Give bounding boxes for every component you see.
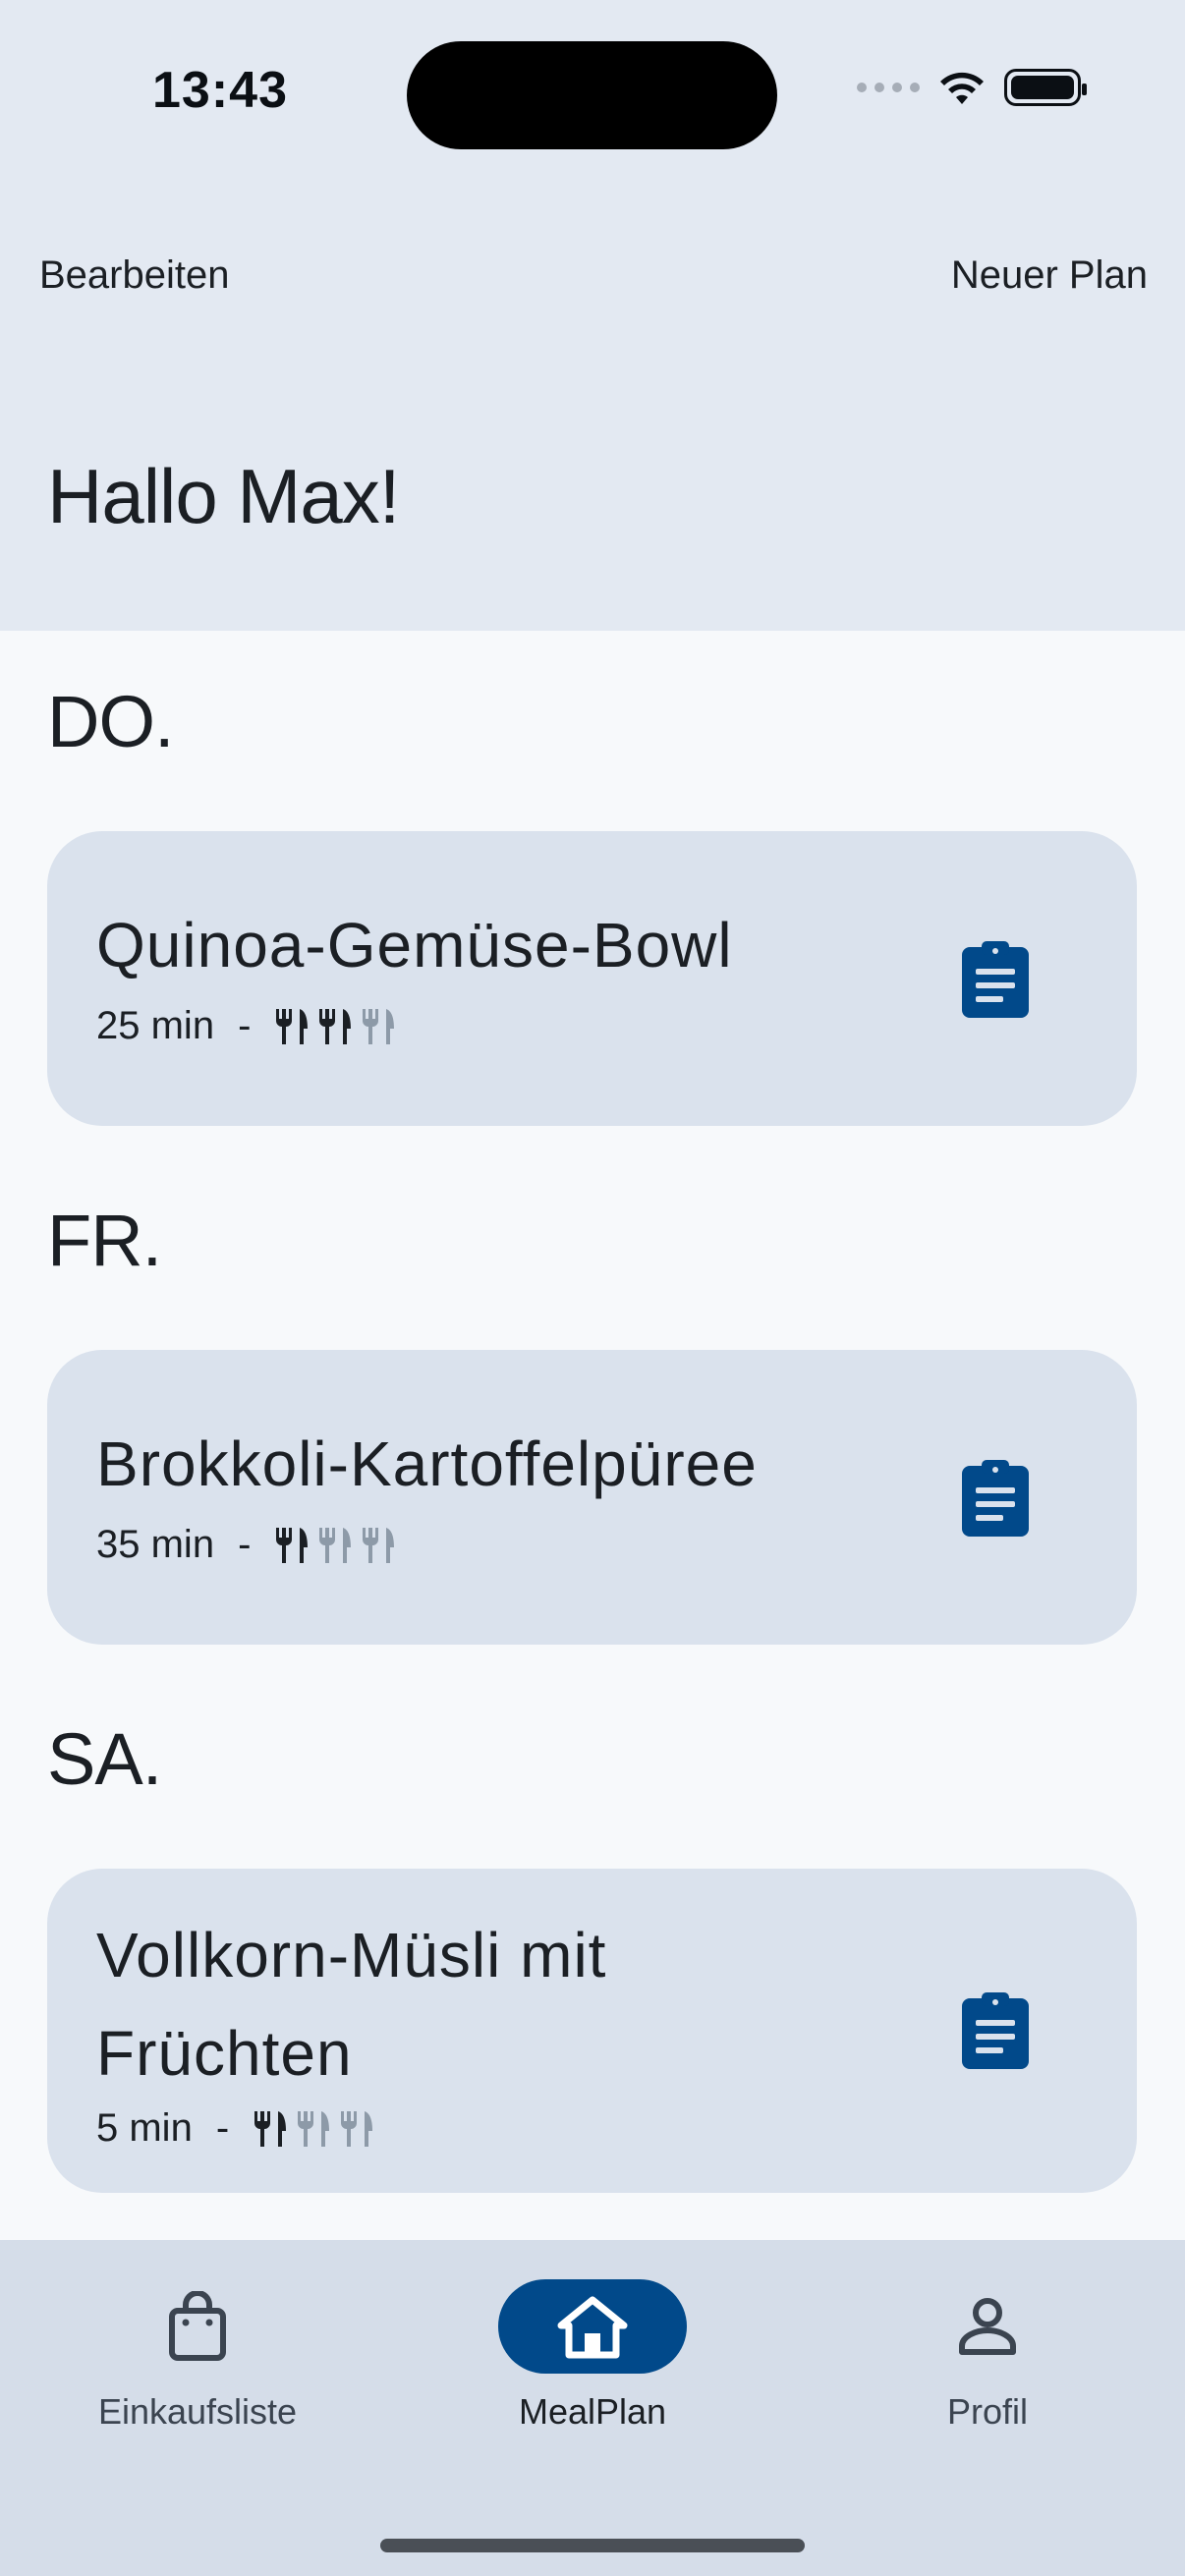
person-icon <box>959 2298 1016 2355</box>
nav-label: MealPlan <box>518 2391 667 2432</box>
dynamic-island <box>407 41 777 149</box>
cutlery-filled-icon <box>254 2110 287 2147</box>
meal-separator: - <box>238 1523 252 1566</box>
home-icon <box>557 2296 628 2359</box>
meal-title: Vollkorn-Müsli mit Früchten <box>96 1920 607 2089</box>
meal-plan-screen: 13:43 Bearbeiten Neuer Plan Hallo Max! D… <box>0 0 1185 2576</box>
nav-icon-container <box>498 2279 687 2374</box>
header: 13:43 Bearbeiten Neuer Plan Hallo Max! <box>0 0 1185 631</box>
meal-card[interactable]: Brokkoli-Kartoffelpüree 35 min - <box>47 1350 1137 1645</box>
meal-separator: - <box>215 2106 230 2150</box>
home-indicator <box>380 2539 805 2552</box>
clipboard-icon[interactable] <box>960 939 1031 1020</box>
meal-card[interactable]: Quinoa-Gemüse-Bowl 25 min - <box>47 831 1137 1126</box>
meal-title: Quinoa-Gemüse-Bowl <box>96 910 733 980</box>
meal-meta: 35 min - <box>96 1523 398 1567</box>
cutlery-filled-icon <box>276 1008 309 1044</box>
nav-item-einkaufsliste[interactable]: Einkaufsliste <box>50 2279 345 2456</box>
meal-meta: 25 min - <box>96 1004 398 1048</box>
greeting-title: Hallo Max! <box>47 453 400 539</box>
cutlery-empty-icon <box>298 2110 330 2147</box>
day-label: SA. <box>47 1718 162 1800</box>
bottom-navigation: Einkaufsliste MealPlan Profil <box>0 2240 1185 2576</box>
cutlery-filled-icon <box>276 1527 309 1563</box>
nav-label: Einkaufsliste <box>97 2391 298 2432</box>
meal-time: 5 min <box>96 2106 193 2150</box>
meal-time: 25 min <box>96 1004 215 1047</box>
meal-separator: - <box>238 1004 252 1047</box>
difficulty-rating <box>253 2109 376 2149</box>
new-plan-button[interactable]: Neuer Plan <box>951 253 1148 298</box>
meal-card[interactable]: Vollkorn-Müsli mit Früchten 5 min - <box>47 1869 1137 2193</box>
nav-item-profil[interactable]: Profil <box>840 2279 1135 2456</box>
edit-button[interactable]: Bearbeiten <box>39 253 229 298</box>
nav-icon-container <box>893 2279 1082 2374</box>
day-label: DO. <box>47 681 175 762</box>
cellular-signal-icon <box>857 83 920 92</box>
difficulty-rating <box>274 1007 398 1046</box>
clipboard-icon[interactable] <box>960 1458 1031 1539</box>
meal-meta: 5 min - <box>96 2106 376 2151</box>
battery-icon <box>1004 69 1087 106</box>
cutlery-filled-icon <box>319 1008 352 1044</box>
shopping-bag-icon <box>169 2291 226 2361</box>
cutlery-empty-icon <box>363 1527 395 1563</box>
difficulty-rating <box>274 1526 398 1565</box>
nav-icon-container <box>103 2279 292 2374</box>
clipboard-icon[interactable] <box>960 1990 1031 2071</box>
cutlery-empty-icon <box>319 1527 352 1563</box>
meal-title: Brokkoli-Kartoffelpüree <box>96 1428 758 1499</box>
cutlery-empty-icon <box>363 1008 395 1044</box>
nav-item-mealplan[interactable]: MealPlan <box>445 2279 740 2456</box>
cutlery-empty-icon <box>341 2110 373 2147</box>
nav-label: Profil <box>946 2391 1029 2432</box>
day-label: FR. <box>47 1200 162 1281</box>
status-time: 13:43 <box>152 62 288 119</box>
status-icons <box>857 69 1087 106</box>
meal-time: 35 min <box>96 1523 215 1566</box>
wifi-icon <box>940 72 984 104</box>
